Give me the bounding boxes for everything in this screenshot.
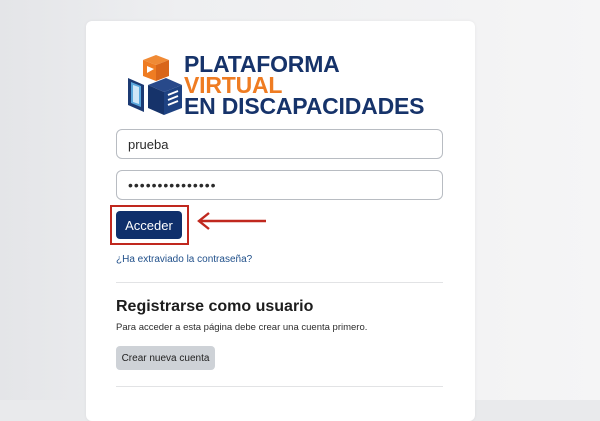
create-account-button[interactable]: Crear nueva cuenta [116, 346, 215, 370]
login-submit-button[interactable]: Acceder [116, 211, 182, 239]
left-arrow-icon [197, 212, 266, 230]
register-description: Para acceder a esta página debe crear un… [116, 322, 368, 333]
register-title: Registrarse como usuario [116, 298, 314, 315]
divider [116, 386, 443, 387]
username-input[interactable] [116, 129, 443, 159]
book-play-logo-icon [128, 55, 182, 115]
logo-wordmark: PLATAFORMA VIRTUAL EN DISCAPACIDADES [184, 53, 425, 119]
platform-logo: PLATAFORMA VIRTUAL EN DISCAPACIDADES [126, 50, 441, 120]
divider [116, 282, 443, 283]
logo-line-3: EN DISCAPACIDADES [184, 93, 425, 119]
password-input[interactable] [116, 170, 443, 200]
forgot-password-link[interactable]: ¿Ha extraviado la contraseña? [116, 254, 252, 265]
